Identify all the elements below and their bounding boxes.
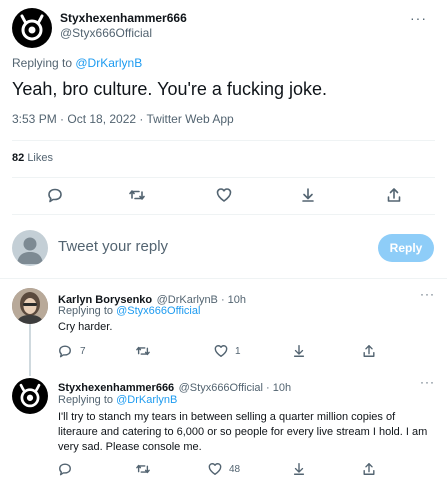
replying-to: Replying to @DrKarlynB [12,56,143,70]
tweet-text: I'll try to stanch my tears in between s… [58,411,428,453]
reply-icon[interactable] [58,462,72,481]
reply-input[interactable]: Tweet your reply [58,238,168,255]
styx-logo-icon [20,14,44,41]
thread-line [29,324,31,376]
share-icon[interactable] [362,344,376,363]
reply-count: 7 [80,346,86,357]
reply-icon[interactable] [58,344,72,363]
more-options-icon[interactable]: ··· [420,287,435,301]
default-profile-icon [17,237,43,264]
share-icon[interactable] [362,462,376,481]
author-handle-time[interactable]: @Styx666Official · 10h [179,382,291,394]
reply-icon[interactable] [47,187,63,208]
heart-icon[interactable] [208,462,222,481]
heart-icon[interactable] [216,187,232,208]
divider [12,177,435,178]
retweet-icon[interactable] [136,462,150,481]
replying-to-link[interactable]: @Styx666Official [116,305,200,317]
heart-icon[interactable] [214,344,228,363]
profile-photo-icon [12,288,48,324]
author-name[interactable]: Styxhexenhammer666 [60,11,187,25]
bookmark-icon[interactable] [292,462,306,481]
avatar[interactable] [12,8,52,48]
styx-logo-icon [19,383,41,408]
avatar[interactable] [12,288,48,324]
like-count: 48 [229,464,241,475]
divider [12,214,435,215]
bookmark-icon[interactable] [292,344,306,363]
tweet-text: Yeah, bro culture. You're a fucking joke… [12,79,327,99]
replying-to-link[interactable]: @DrKarlynB [116,394,177,406]
divider [12,140,435,141]
reply-button[interactable]: Reply [378,234,434,262]
author-name[interactable]: Styxhexenhammer666 [58,382,174,394]
more-options-icon[interactable]: ··· [410,10,427,26]
divider [0,278,447,279]
retweet-icon[interactable] [129,187,145,208]
avatar[interactable] [12,378,48,414]
retweet-icon[interactable] [136,344,150,363]
replying-to: Replying to @DrKarlynB [58,394,178,406]
tweet-text: Cry harder. [58,321,113,333]
author-handle[interactable]: @Styx666Official [60,26,152,40]
likes-count[interactable]: 82 Likes [12,152,53,164]
replying-to: Replying to @Styx666Official [58,305,201,317]
user-avatar[interactable] [12,230,48,266]
share-icon[interactable] [386,187,402,208]
bookmark-icon[interactable] [300,187,316,208]
more-options-icon[interactable]: ··· [420,375,435,389]
like-count: 1 [235,346,241,357]
replying-to-link[interactable]: @DrKarlynB [75,56,142,70]
tweet-timestamp[interactable]: 3:53 PM · Oct 18, 2022 · Twitter Web App [12,112,234,126]
